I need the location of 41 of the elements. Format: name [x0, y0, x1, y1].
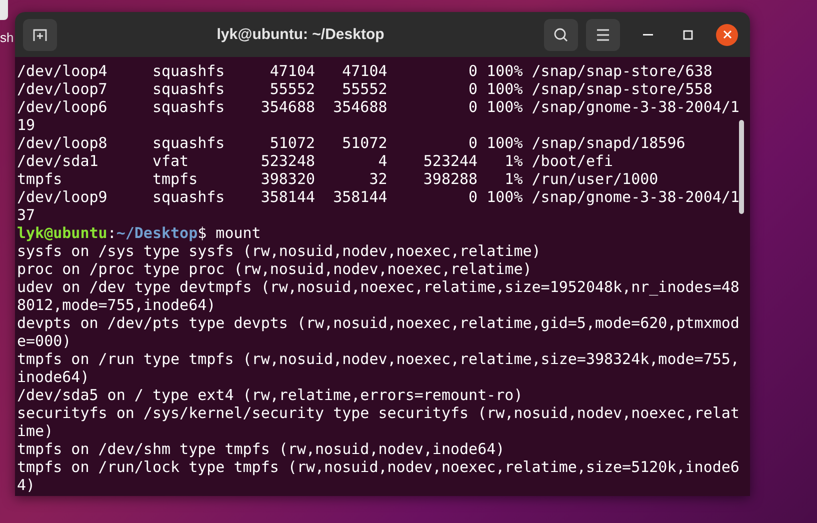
prompt-separator: : — [107, 224, 116, 242]
search-button[interactable] — [544, 18, 578, 50]
desktop-icon[interactable] — [0, 0, 8, 20]
menu-icon — [596, 28, 610, 40]
output-line: /dev/loop8 squashfs 51072 51072 0 100% /snap/snapd/18596 — [17, 134, 686, 152]
output-line: 19 — [17, 116, 36, 134]
output-line: /dev/loop7 squashfs 55552 55552 0 100% /snap/snap-store/558 — [17, 80, 714, 98]
new-tab-icon — [32, 26, 48, 42]
output-line: inode64) — [17, 368, 90, 386]
scrollbar-thumb[interactable] — [739, 120, 744, 214]
output-line: 4) — [17, 476, 36, 494]
search-icon — [553, 26, 569, 42]
new-tab-button[interactable] — [23, 18, 57, 50]
menu-button[interactable] — [586, 18, 620, 50]
output-line: /dev/sda5 on / type ext4 (rw,relatime,errors=remount-ro) — [17, 386, 524, 404]
output-line: securityfs on /sys/kernel/security type securityfs (rw,nosuid,nodev,noexec,relat — [17, 404, 740, 422]
prompt-user: lyk@ubuntu — [17, 224, 108, 242]
output-line: sysfs on /sys type sysfs (rw,nosuid,nodev,noexec,relatime) — [17, 242, 542, 260]
output-line: tmpfs on /run/lock type tmpfs (rw,nosuid,nodev,noexec,relatime,size=5120k,inode6 — [17, 458, 740, 476]
prompt-path: ~/Desktop — [116, 224, 198, 242]
output-line: e=000) — [17, 332, 72, 350]
output-line: ime) — [17, 422, 54, 440]
close-icon — [722, 30, 732, 39]
maximize-icon — [683, 30, 693, 40]
output-line: 8012,mode=755,inode64) — [17, 296, 217, 314]
output-line: tmpfs on /dev/shm type tmpfs (rw,nosuid,nodev,inode64) — [17, 440, 506, 458]
output-line: tmpfs on /run type tmpfs (rw,nosuid,nodev,noexec,relatime,size=398324k,mode=755, — [17, 350, 740, 368]
window-title: lyk@ubuntu: ~/Desktop — [216, 26, 384, 42]
output-line: /dev/sda1 vfat 523248 4 523244 1% /boot/efi — [17, 152, 614, 170]
output-line: udev on /dev type devtmpfs (rw,nosuid,noexec,relatime,size=1952048k,nr_inodes=48 — [17, 278, 740, 296]
output-line: devpts on /dev/pts type devpts (rw,nosuid,noexec,relatime,gid=5,mode=620,ptmxmod — [17, 314, 740, 332]
close-button[interactable] — [716, 24, 738, 46]
command-text: $ mount — [198, 224, 261, 242]
output-line: proc on /proc type proc (rw,nosuid,nodev,noexec,relatime) — [17, 260, 533, 278]
output-line: 37 — [17, 206, 36, 224]
output-line: /dev/loop4 squashfs 47104 47104 0 100% /snap/snap-store/638 — [17, 62, 714, 80]
output-line: tmpfs tmpfs 398320 32 398288 1% /run/user/1000 — [17, 170, 660, 188]
desktop-icon-label: sh — [0, 29, 14, 47]
output-line: /dev/loop6 squashfs 354688 354688 0 100% /snap/gnome-3-38-2004/1 — [17, 98, 740, 116]
minimize-icon — [643, 34, 653, 36]
output-line: /dev/loop9 squashfs 358144 358144 0 100% /snap/gnome-3-38-2004/1 — [17, 188, 740, 206]
